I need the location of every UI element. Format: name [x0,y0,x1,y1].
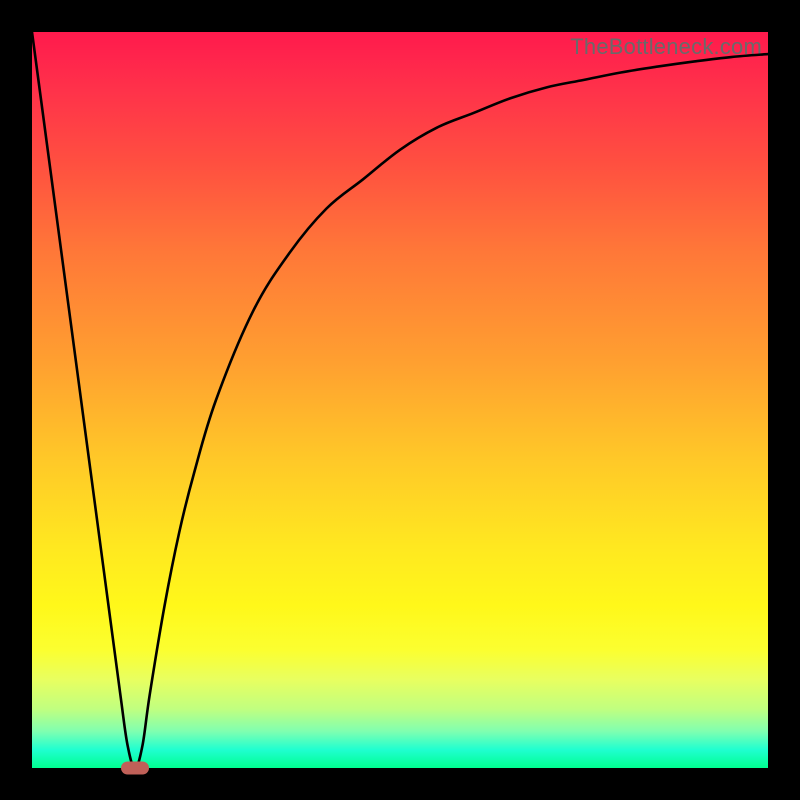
chart-frame: TheBottleneck.com [0,0,800,800]
bottleneck-curve [32,32,768,768]
chart-plot-area: TheBottleneck.com [32,32,768,768]
optimum-marker [121,762,149,775]
